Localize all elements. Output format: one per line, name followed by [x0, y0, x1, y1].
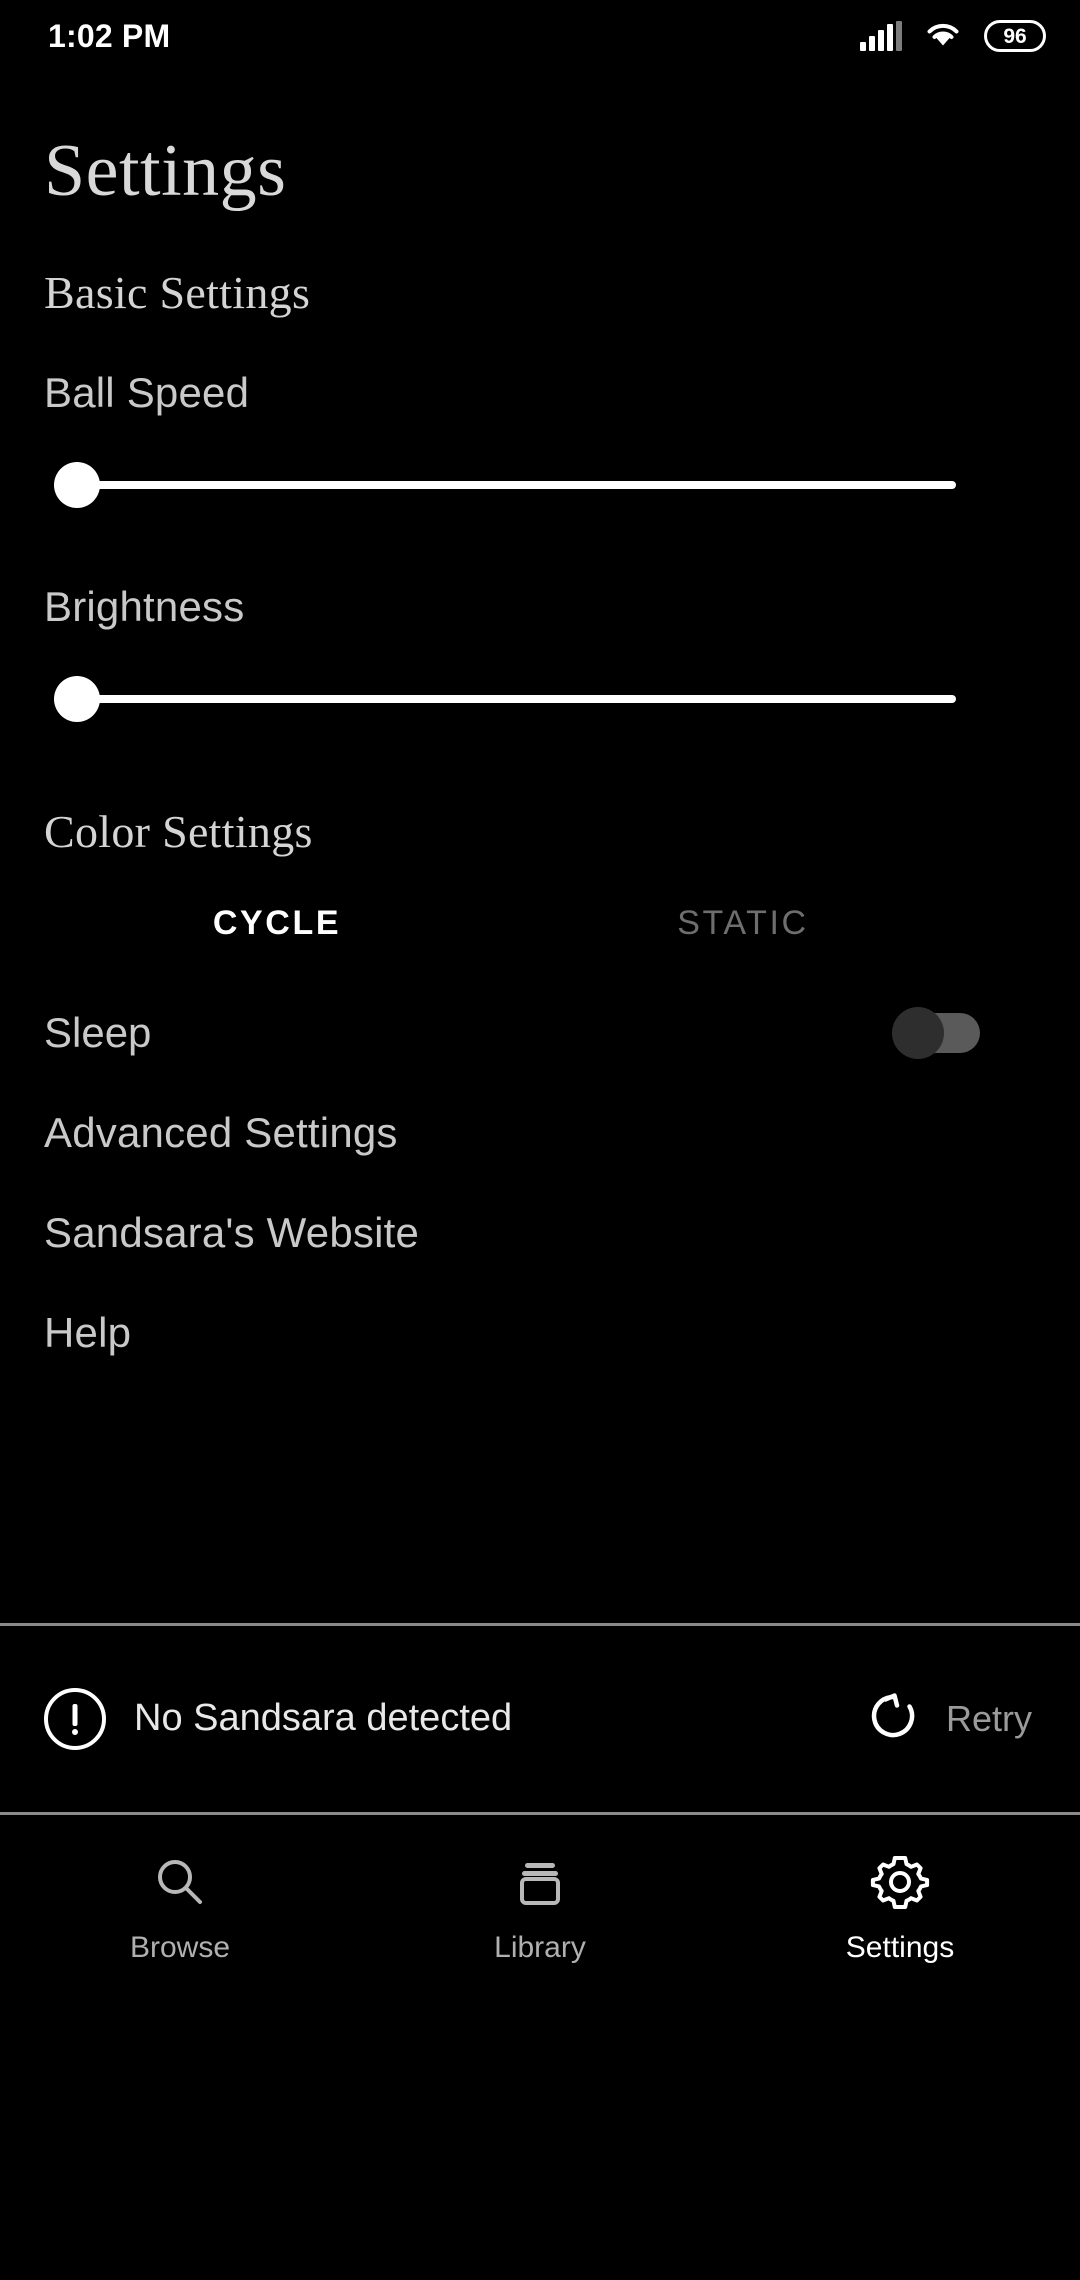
device-status-message-group: No Sandsara detected [44, 1687, 513, 1750]
navigation-gesture-area [0, 2014, 1080, 2280]
nav-item-browse[interactable]: Browse [0, 1851, 360, 1965]
nav-label-browse: Browse [129, 1930, 231, 1964]
tab-cycle[interactable]: CYCLE [44, 894, 510, 953]
battery-level-text: 96 [1003, 24, 1027, 48]
app-screen: 1:02 PM 96 Settings Basic Settings Ball … [0, 0, 1080, 2280]
ball-speed-label: Ball Speed [44, 369, 250, 416]
sleep-row[interactable]: Sleep [44, 1007, 1036, 1059]
retry-button[interactable]: Retry [864, 1687, 1032, 1750]
sleep-toggle[interactable] [892, 1007, 980, 1059]
status-bar-clock: 1:02 PM [48, 17, 171, 54]
system-status-bar: 1:02 PM 96 [0, 0, 1080, 72]
retry-label: Retry [945, 1697, 1032, 1739]
battery-indicator: 96 [984, 20, 1046, 52]
ball-speed-slider-thumb[interactable] [54, 462, 100, 508]
nav-item-settings[interactable]: Settings [720, 1851, 1080, 1965]
color-mode-tabs: CYCLE STATIC [44, 894, 1036, 953]
brightness-label: Brightness [44, 583, 245, 630]
color-settings-heading: Color Settings [44, 806, 313, 857]
brightness-slider-track[interactable] [58, 695, 956, 703]
menu-item-advanced-settings[interactable]: Advanced Settings [44, 1109, 1036, 1157]
ball-speed-slider-track[interactable] [58, 481, 956, 489]
bottom-navigation-bar: Browse Library Settings [0, 1814, 1080, 2015]
exclamation-circle-icon [44, 1687, 106, 1750]
device-status-bar: No Sandsara detected Retry [0, 1625, 1080, 1812]
nav-item-library[interactable]: Library [360, 1851, 720, 1965]
library-icon [511, 1851, 569, 1913]
search-icon [151, 1851, 209, 1913]
nav-label-library: Library [494, 1930, 586, 1964]
menu-item-sandsara-website[interactable]: Sandsara's Website [44, 1209, 1036, 1257]
brightness-slider-thumb[interactable] [54, 676, 100, 722]
wifi-icon [924, 19, 962, 54]
sleep-label: Sleep [44, 1009, 152, 1056]
sleep-toggle-knob [892, 1007, 944, 1059]
refresh-icon [864, 1687, 922, 1750]
page-title: Settings [44, 130, 287, 212]
menu-item-help[interactable]: Help [44, 1309, 1036, 1357]
basic-settings-heading: Basic Settings [44, 267, 311, 318]
tab-static[interactable]: STATIC [510, 894, 976, 953]
ball-speed-slider[interactable] [54, 445, 956, 525]
status-bar-icons: 96 [860, 19, 1046, 54]
nav-label-settings: Settings [845, 1930, 955, 1964]
cellular-signal-icon [860, 21, 902, 51]
gear-icon [870, 1851, 930, 1913]
settings-content: Settings Basic Settings Ball Speed Brigh… [0, 72, 1080, 1623]
brightness-slider[interactable] [54, 659, 956, 739]
device-status-text: No Sandsara detected [134, 1697, 513, 1739]
